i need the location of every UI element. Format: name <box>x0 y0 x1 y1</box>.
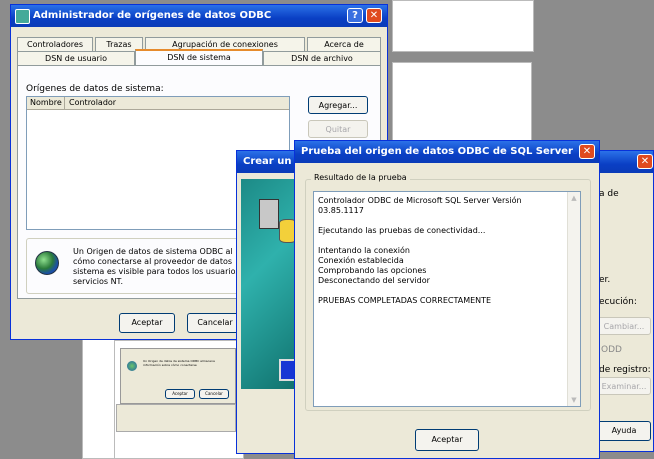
test-result-dialog: Prueba del origen de datos ODBC de SQL S… <box>294 140 600 459</box>
result-line: Conexión establecida <box>318 256 404 265</box>
server-icon <box>259 199 279 229</box>
dsn-config-text-1: a de <box>599 189 619 199</box>
test-result-textbox[interactable]: Controlador ODBC de Microsoft SQL Server… <box>313 191 581 407</box>
scroll-down-arrow-icon[interactable]: ▼ <box>568 394 580 406</box>
dsn-config-text-5: de registro: <box>599 365 651 375</box>
tab-dsn-usuario[interactable]: DSN de usuario <box>17 51 135 65</box>
result-text: Controlador ODBC de Microsoft SQL Server… <box>318 196 558 306</box>
tab-dsn-archivo[interactable]: DSN de archivo <box>263 51 381 65</box>
column-header-nombre[interactable]: Nombre <box>30 97 65 109</box>
thumbnail-dialog: Un Origen de datos de sistema ODBC almac… <box>120 348 236 404</box>
odbc-app-icon <box>15 9 30 24</box>
window-title: Administrador de orígenes de datos ODBC <box>33 10 272 21</box>
result-line <box>318 286 558 296</box>
result-line: 03.85.1117 <box>318 206 364 215</box>
thumbnail-text: Un Origen de datos de sistema ODBC almac… <box>143 359 215 367</box>
result-line <box>318 236 558 246</box>
add-button[interactable]: Agregar... <box>308 96 368 114</box>
remove-button[interactable]: Quitar <box>308 120 368 138</box>
title-bar[interactable]: Administrador de orígenes de datos ODBC <box>11 5 387 27</box>
thumbnail-cancel-button[interactable]: Cancelar <box>199 389 229 399</box>
test-title-bar[interactable]: Prueba del origen de datos ODBC de SQL S… <box>295 141 599 163</box>
globe-icon <box>35 251 59 275</box>
browse-button[interactable]: Examinar... <box>597 377 651 395</box>
test-dialog-title: Prueba del origen de datos ODBC de SQL S… <box>301 146 573 157</box>
cancel-button[interactable]: Cancelar <box>187 313 243 333</box>
dsn-config-close-button[interactable]: ✕ <box>637 154 653 169</box>
close-button[interactable]: ✕ <box>366 8 382 23</box>
column-header-controlador[interactable]: Controlador <box>69 97 116 109</box>
create-dsn-title: Crear un c <box>243 156 301 167</box>
tab-dsn-sistema[interactable]: DSN de sistema <box>135 49 263 66</box>
dsn-config-text-4: ODD <box>601 345 622 355</box>
dsn-config-text-3: ecución: <box>599 297 637 307</box>
change-button[interactable]: Cambiar... <box>597 317 651 335</box>
help-button-config[interactable]: Ayuda <box>597 421 651 441</box>
result-line: Intentando la conexión <box>318 246 410 255</box>
test-ok-button[interactable]: Aceptar <box>415 429 479 451</box>
result-line <box>318 216 558 226</box>
result-line: PRUEBAS COMPLETADAS CORRECTAMENTE <box>318 296 492 305</box>
ok-button[interactable]: Aceptar <box>119 313 175 333</box>
background-window-top-right <box>392 0 534 52</box>
test-close-button[interactable]: ✕ <box>579 144 595 159</box>
scroll-up-arrow-icon[interactable]: ▲ <box>568 192 580 204</box>
vertical-scrollbar[interactable]: ▲ ▼ <box>567 192 580 406</box>
tab-acerca-de[interactable]: Acerca de <box>307 37 381 51</box>
globe-icon <box>127 361 137 371</box>
result-line: Comprobando las opciones <box>318 266 427 275</box>
result-line: Desconectando del servidor <box>318 276 430 285</box>
dsn-config-text-2: er. <box>599 275 611 285</box>
result-line: Ejecutando las pruebas de conectividad..… <box>318 226 486 235</box>
list-header: Nombre Controlador <box>27 97 289 110</box>
result-line: Controlador ODBC de Microsoft SQL Server… <box>318 196 522 205</box>
thumbnail-ok-button[interactable]: Aceptar <box>165 389 195 399</box>
system-dsn-label: Orígenes de datos de sistema: <box>26 84 164 94</box>
help-button[interactable]: ? <box>347 8 363 23</box>
thumbnail-dialog-small <box>116 404 236 432</box>
tab-controladores[interactable]: Controladores <box>17 37 93 51</box>
test-result-group-label: Resultado de la prueba <box>311 173 410 182</box>
